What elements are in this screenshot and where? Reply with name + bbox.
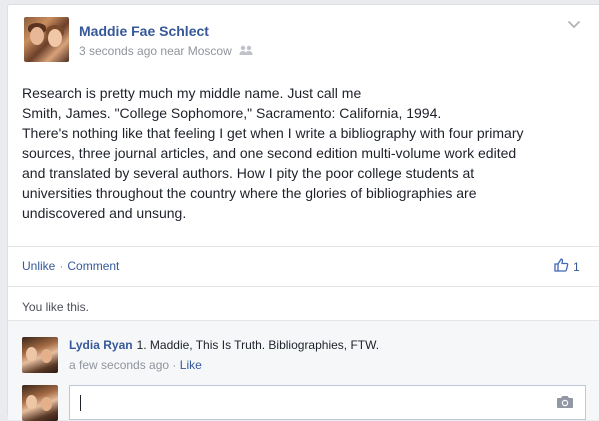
likes-summary: You like this. xyxy=(8,286,599,321)
author-name-link[interactable]: Maddie Fae Schlect xyxy=(79,23,209,39)
comment-timestamp[interactable]: a few seconds ago xyxy=(69,358,169,372)
like-count: 1 xyxy=(573,259,580,274)
post-meta: 3 seconds ago near Moscow xyxy=(79,44,253,59)
post-body-line: universities throughout the country wher… xyxy=(22,185,477,201)
post-body-line: Research is pretty much my middle name. … xyxy=(22,85,362,101)
text-caret xyxy=(80,395,81,411)
likes-summary-text: You like this. xyxy=(22,300,89,314)
separator: · xyxy=(59,259,64,273)
post-body-line: Smith, James. "College Sophomore," Sacra… xyxy=(22,105,442,121)
camera-icon[interactable] xyxy=(556,395,574,414)
author-avatar[interactable] xyxy=(24,17,69,62)
post-body: Research is pretty much my middle name. … xyxy=(22,83,588,223)
comment-composer xyxy=(8,375,599,421)
post-body-line: and translated by several authors. How I… xyxy=(22,165,475,181)
post-body-line: undiscovered and unsung. xyxy=(22,205,187,221)
comment-text: 1. Maddie, This Is Truth. Bibliographies… xyxy=(136,338,380,352)
post-body-line: sources, three journal articles, and one… xyxy=(22,145,517,161)
thumbs-up-icon xyxy=(554,258,569,275)
commenter-avatar[interactable] xyxy=(22,337,58,373)
chevron-down-icon[interactable] xyxy=(567,17,581,31)
unlike-link[interactable]: Unlike xyxy=(22,259,55,273)
post-actions: Unlike · Comment 1 xyxy=(8,246,599,287)
people-icon[interactable] xyxy=(239,45,253,59)
comment-item: Lydia Ryan 1. Maddie, This Is Truth. Bibl… xyxy=(8,320,599,376)
post-body-line: There's nothing like that feeling I get … xyxy=(22,125,524,141)
post-timestamp[interactable]: 3 seconds ago near Moscow xyxy=(79,44,232,58)
post-header: Maddie Fae Schlect 3 seconds ago near Mo… xyxy=(8,5,599,69)
separator: · xyxy=(172,358,177,372)
comment-author-link[interactable]: Lydia Ryan xyxy=(69,338,133,352)
feed-post: Maddie Fae Schlect 3 seconds ago near Mo… xyxy=(7,4,599,421)
like-count-button[interactable]: 1 xyxy=(554,258,580,275)
comment-like-link[interactable]: Like xyxy=(180,358,202,372)
comment-link[interactable]: Comment xyxy=(67,259,119,273)
current-user-avatar xyxy=(22,385,58,421)
